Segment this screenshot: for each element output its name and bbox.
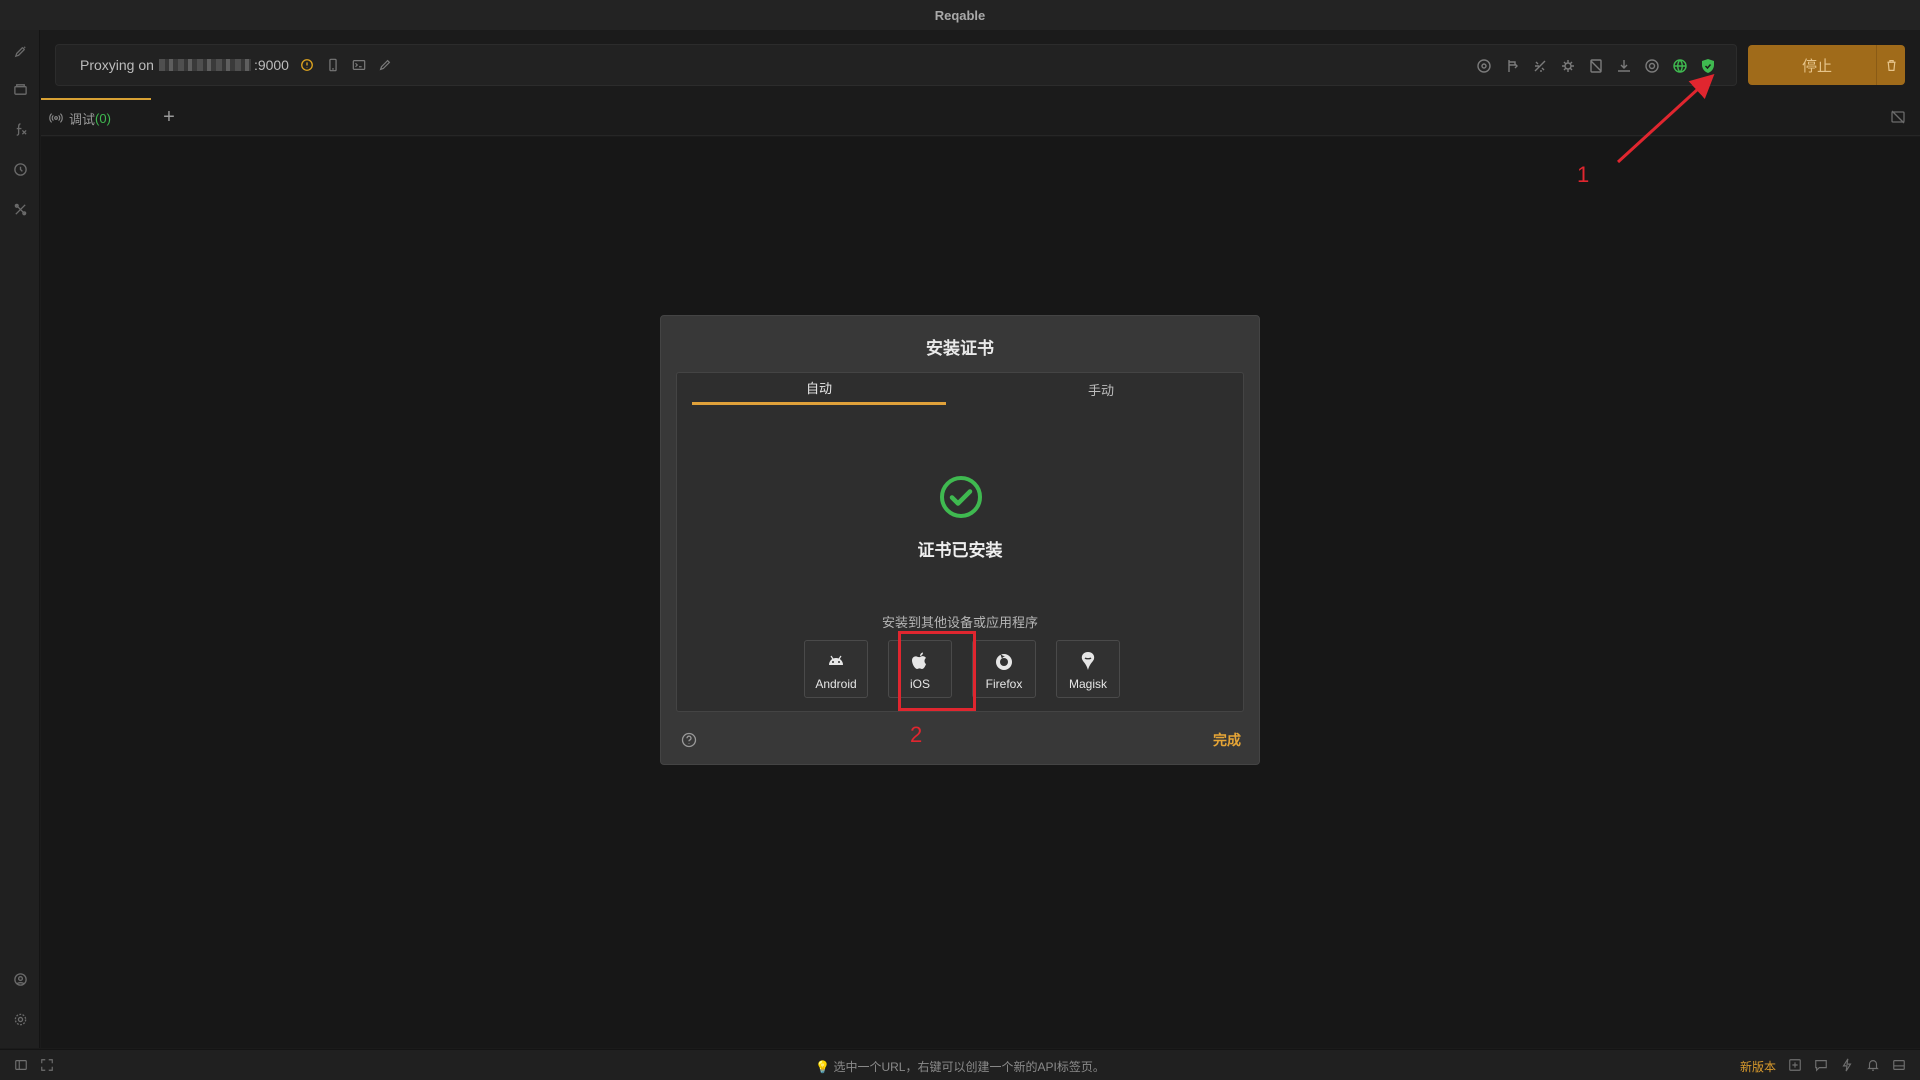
lightning-icon[interactable] xyxy=(1840,1058,1854,1072)
sidebar-item-api[interactable] xyxy=(9,118,31,140)
app-title: Reqable xyxy=(934,7,986,23)
proxy-label: Proxying on xyxy=(80,57,154,73)
proxy-status-bar: Proxying on :9000 xyxy=(55,44,1737,86)
sidebar-item-capture[interactable] xyxy=(9,40,31,62)
check-circle-icon xyxy=(940,476,982,518)
platform-magisk-button[interactable]: Magisk xyxy=(1056,640,1120,698)
annotation-marker-1: 1 xyxy=(1577,162,1590,187)
dialog-content: 自动 手动 证书已安装 安装到其他设备或应用程序 Android iOS Fir… xyxy=(676,372,1244,712)
ssl-icon[interactable] xyxy=(1470,52,1498,80)
dialog-title: 安装证书 xyxy=(926,339,994,358)
script-icon[interactable] xyxy=(1554,52,1582,80)
lightbulb-icon: 💡 xyxy=(815,1060,831,1074)
export-icon[interactable] xyxy=(1788,1058,1802,1072)
proxy-port: :9000 xyxy=(253,57,289,73)
tab-manual[interactable]: 手动 xyxy=(974,373,1228,405)
annotation-marker-2: 2 xyxy=(910,722,923,747)
help-icon[interactable] xyxy=(681,732,697,748)
proxy-status: Proxying on :9000 xyxy=(80,57,289,73)
platform-android-button[interactable]: Android xyxy=(804,640,868,698)
user-circle-icon xyxy=(13,972,27,986)
install-other-label: 安装到其他设备或应用程序 xyxy=(881,615,1038,630)
warning-icon[interactable] xyxy=(299,57,315,73)
firefox-icon xyxy=(993,651,1015,671)
chat-icon[interactable] xyxy=(1814,1058,1828,1072)
breakpoint-icon[interactable] xyxy=(1498,52,1526,80)
edit-icon[interactable] xyxy=(377,57,393,73)
platform-magisk-label: Magisk xyxy=(1068,677,1107,691)
certificate-installed-text: 证书已安装 xyxy=(917,541,1003,560)
hide-panel-icon[interactable] xyxy=(1890,109,1906,125)
broadcast-icon xyxy=(49,111,63,125)
platform-ios-label: iOS xyxy=(909,677,930,691)
platform-firefox-button[interactable]: Firefox xyxy=(972,640,1036,698)
annotation-arrow-1 xyxy=(1616,73,1715,164)
platform-android-label: Android xyxy=(815,677,857,691)
tab-debug[interactable]: 调试 (0) xyxy=(41,98,151,136)
install-certificate-dialog: 安装证书 自动 手动 证书已安装 安装到其他设备或应用程序 Android iO xyxy=(660,315,1260,765)
apple-icon xyxy=(909,651,931,671)
gear-icon xyxy=(14,1013,26,1025)
proxy-ip-redacted xyxy=(158,59,251,71)
new-version-link[interactable]: 新版本 xyxy=(1740,1058,1776,1075)
left-sidebar xyxy=(0,30,40,1048)
fullscreen-icon[interactable] xyxy=(40,1058,54,1072)
tab-debug-label: 调试 xyxy=(69,111,96,127)
phone-icon[interactable] xyxy=(325,57,341,73)
box-icon xyxy=(13,83,27,95)
status-bar: 💡 选中一个URL，右键可以创建一个新的API标签页。 新版本 xyxy=(0,1049,1920,1080)
status-hint-text: 选中一个URL，右键可以创建一个新的API标签页。 xyxy=(833,1060,1105,1074)
sidebar-item-tools[interactable] xyxy=(9,198,31,220)
platform-firefox-label: Firefox xyxy=(985,677,1023,691)
app-window: Reqable Proxying on :9000 停止 调试 (0) + 1 … xyxy=(0,0,1920,1080)
platform-ios-button[interactable]: iOS xyxy=(888,640,952,698)
history-icon xyxy=(13,162,27,176)
tab-auto[interactable]: 自动 xyxy=(692,373,946,405)
function-icon xyxy=(16,122,27,136)
tools-icon xyxy=(14,203,26,215)
terminal-icon[interactable] xyxy=(351,57,367,73)
sidebar-toggle-icon[interactable] xyxy=(14,1058,28,1072)
trash-icon[interactable] xyxy=(1877,59,1905,72)
rocket-icon xyxy=(14,45,26,57)
status-hint: 💡 选中一个URL，右键可以创建一个新的API标签页。 xyxy=(0,1058,1920,1075)
sidebar-item-history[interactable] xyxy=(9,158,31,180)
sidebar-item-collections[interactable] xyxy=(9,78,31,100)
tab-debug-count: (0) xyxy=(95,110,111,126)
layout-icon[interactable] xyxy=(1892,1058,1906,1072)
rewrite-icon[interactable] xyxy=(1526,52,1554,80)
android-icon xyxy=(825,651,847,671)
add-tab-icon[interactable]: + xyxy=(159,106,179,128)
stop-proxy-button[interactable]: 停止 xyxy=(1748,45,1905,85)
stop-label: 停止 xyxy=(1801,57,1832,75)
bell-icon[interactable] xyxy=(1866,1058,1880,1072)
title-bar: Reqable xyxy=(0,0,1920,30)
magisk-icon xyxy=(1077,651,1099,671)
sidebar-item-account[interactable] xyxy=(9,968,31,990)
sidebar-item-settings[interactable] xyxy=(9,1008,31,1030)
done-button[interactable]: 完成 xyxy=(1213,730,1241,750)
